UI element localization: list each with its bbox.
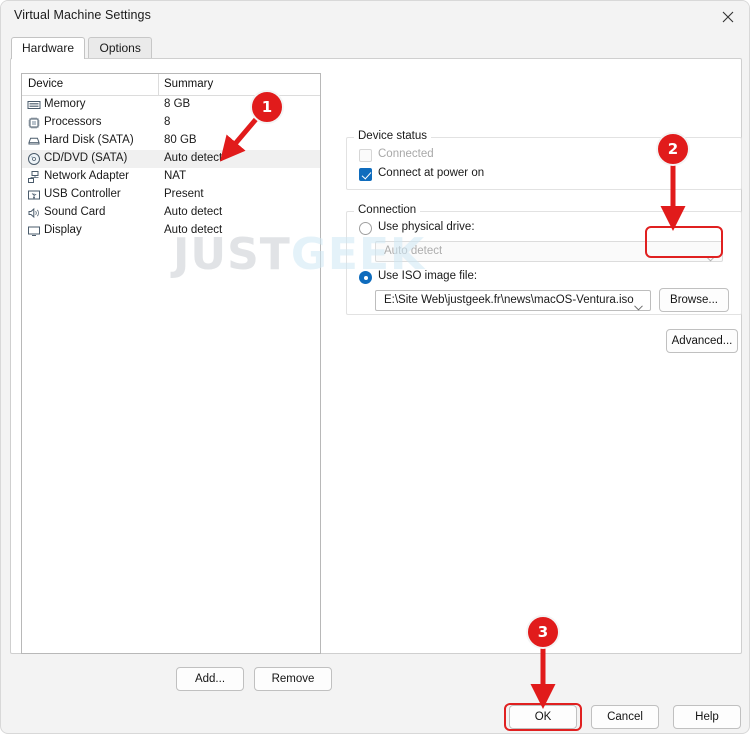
tab-strip: Hardware Options: [11, 37, 152, 59]
table-row[interactable]: Display Auto detect: [22, 222, 320, 240]
table-row-cd-dvd[interactable]: CD/DVD (SATA) Auto detect: [22, 150, 320, 168]
ok-button[interactable]: OK: [509, 705, 577, 729]
annotation-marker-1: 1: [250, 90, 284, 124]
device-status-title: Device status: [354, 130, 432, 142]
network-adapter-icon: [27, 170, 41, 184]
column-divider: [158, 74, 159, 96]
device-summary: NAT: [164, 170, 187, 182]
usb-controller-icon: [27, 188, 41, 202]
column-header-device: Device: [28, 78, 64, 90]
add-button[interactable]: Add...: [176, 667, 244, 691]
table-row[interactable]: Network Adapter NAT: [22, 168, 320, 186]
connected-label: Connected: [378, 148, 434, 160]
use-iso-image-radio[interactable]: [359, 271, 372, 284]
device-summary: Auto detect: [164, 224, 223, 236]
device-name: USB Controller: [44, 188, 121, 200]
table-row[interactable]: Sound Card Auto detect: [22, 204, 320, 222]
chevron-down-icon[interactable]: [634, 298, 643, 311]
memory-icon: [27, 98, 41, 112]
connected-checkbox[interactable]: [359, 149, 372, 162]
help-button[interactable]: Help: [673, 705, 741, 729]
chevron-down-icon: [706, 249, 715, 262]
physical-drive-value: Auto detect: [384, 245, 443, 257]
device-name: Memory: [44, 98, 86, 110]
device-list[interactable]: Device Summary Memory 8 GB Processors 8 …: [21, 73, 321, 654]
title-bar: Virtual Machine Settings: [1, 1, 749, 32]
table-row[interactable]: Hard Disk (SATA) 80 GB: [22, 132, 320, 150]
device-name: CD/DVD (SATA): [44, 152, 128, 164]
display-icon: [27, 224, 41, 238]
device-summary: Auto detect: [164, 152, 223, 164]
annotation-marker-3: 3: [526, 615, 560, 649]
connect-at-power-on-label: Connect at power on: [378, 167, 485, 179]
cancel-button[interactable]: Cancel: [591, 705, 659, 729]
tab-hardware[interactable]: Hardware: [11, 37, 86, 59]
device-summary: Present: [164, 188, 204, 200]
column-header-summary: Summary: [164, 78, 214, 90]
device-summary: 8 GB: [164, 98, 191, 110]
advanced-button[interactable]: Advanced...: [666, 329, 738, 353]
virtual-machine-settings-dialog: Virtual Machine Settings Hardware Option…: [0, 0, 750, 734]
device-summary: Auto detect: [164, 206, 223, 218]
device-summary: 8: [164, 116, 171, 128]
device-name: Sound Card: [44, 206, 106, 218]
connection-title: Connection: [354, 204, 421, 216]
device-name: Hard Disk (SATA): [44, 134, 134, 146]
connect-at-power-on-checkbox[interactable]: [359, 168, 372, 181]
use-physical-drive-label: Use physical drive:: [378, 221, 475, 233]
table-row[interactable]: USB Controller Present: [22, 186, 320, 204]
sound-card-icon: [27, 206, 41, 220]
device-name: Network Adapter: [44, 170, 130, 182]
tab-options[interactable]: Options: [88, 37, 152, 59]
processor-icon: [27, 116, 41, 130]
remove-button[interactable]: Remove: [254, 667, 332, 691]
settings-content-panel: Device Summary Memory 8 GB Processors 8 …: [10, 58, 742, 691]
use-physical-drive-radio[interactable]: [359, 222, 372, 235]
annotation-marker-2: 2: [656, 132, 690, 166]
physical-drive-select[interactable]: Auto detect: [375, 241, 723, 262]
window-title: Virtual Machine Settings: [14, 8, 151, 22]
device-name: Display: [44, 224, 82, 236]
cd-dvd-icon: [27, 152, 41, 166]
use-iso-image-label: Use ISO image file:: [378, 270, 478, 282]
device-name: Processors: [44, 116, 102, 128]
hard-disk-icon: [27, 134, 41, 148]
device-summary: 80 GB: [164, 134, 197, 146]
iso-path-value: E:\Site Web\justgeek.fr\news\macOS-Ventu…: [384, 294, 634, 306]
browse-button[interactable]: Browse...: [659, 288, 729, 312]
iso-path-input[interactable]: E:\Site Web\justgeek.fr\news\macOS-Ventu…: [375, 290, 651, 311]
close-icon[interactable]: [705, 1, 749, 32]
